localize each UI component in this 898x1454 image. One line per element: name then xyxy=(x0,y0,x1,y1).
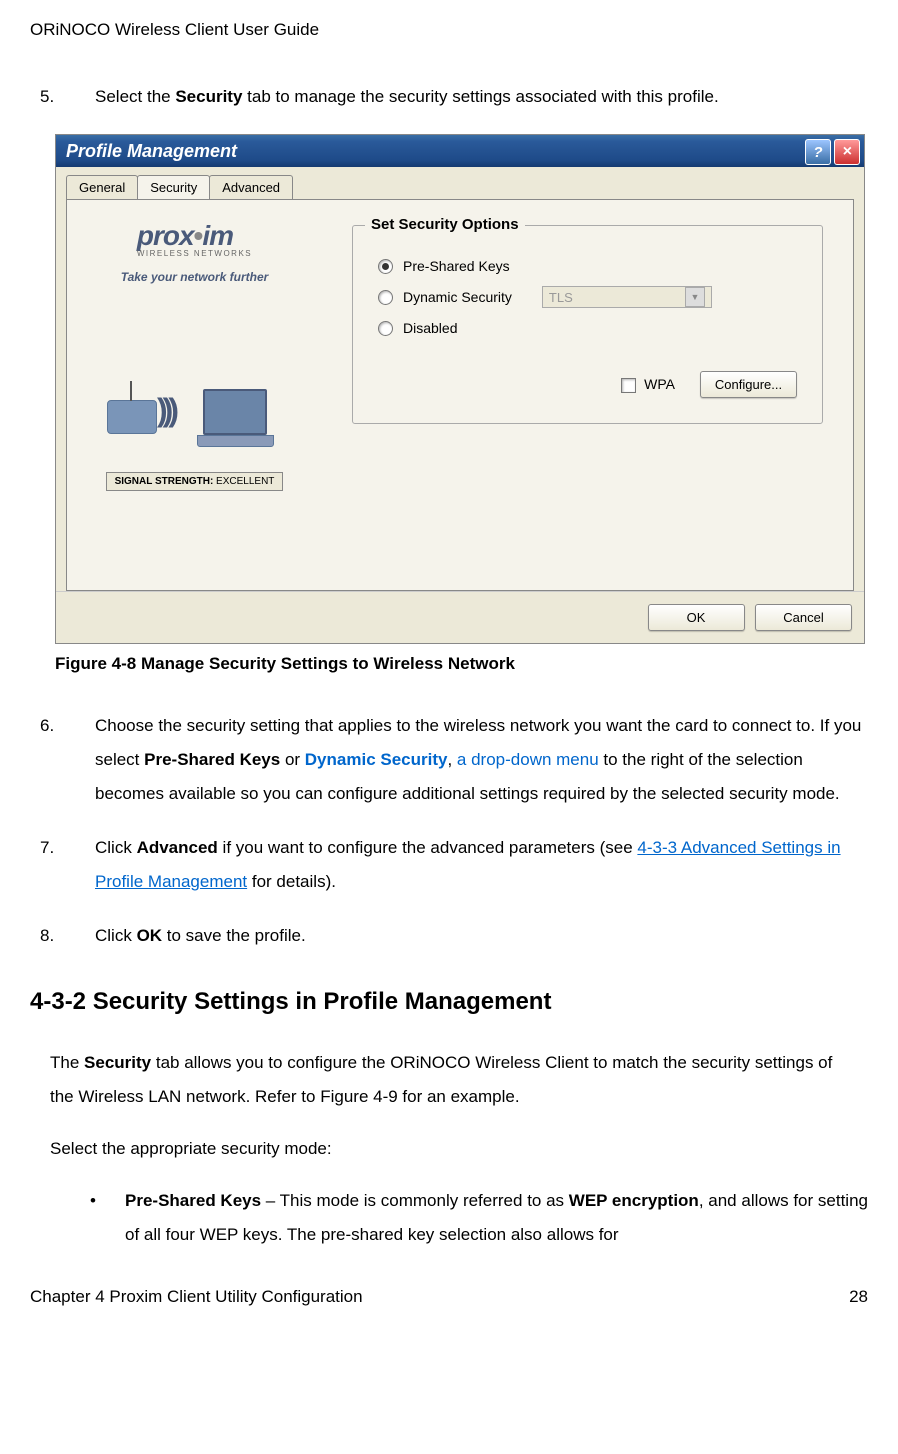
section-heading: 4-3-2 Security Settings in Profile Manag… xyxy=(30,988,868,1016)
body-paragraph: Select the appropriate security mode: xyxy=(50,1132,848,1166)
radio-preshared[interactable]: Pre-Shared Keys xyxy=(378,258,797,274)
profile-management-dialog: Profile Management ? × General Security … xyxy=(55,134,865,644)
figure-caption: Figure 4-8 Manage Security Settings to W… xyxy=(55,654,868,674)
left-panel: prox•im WIRELESS NETWORKS Take your netw… xyxy=(67,200,322,590)
wpa-checkbox[interactable]: WPA xyxy=(621,376,675,393)
step-number: 8. xyxy=(40,919,95,953)
security-options-group: Set Security Options Pre-Shared Keys Dyn… xyxy=(352,225,823,424)
tab-advanced[interactable]: Advanced xyxy=(209,175,293,199)
configure-button[interactable]: Configure... xyxy=(700,371,797,398)
group-title: Set Security Options xyxy=(365,216,525,233)
radio-icon xyxy=(378,259,393,274)
step-text: Select the Security tab to manage the se… xyxy=(95,80,868,114)
step-number: 7. xyxy=(40,831,95,899)
step-7: 7. Click Advanced if you want to configu… xyxy=(40,831,868,899)
tab-general[interactable]: General xyxy=(66,175,138,199)
body-paragraph: The Security tab allows you to configure… xyxy=(50,1046,848,1114)
step-number: 6. xyxy=(40,709,95,811)
right-panel: Set Security Options Pre-Shared Keys Dyn… xyxy=(322,200,853,590)
step-8: 8. Click OK to save the profile. xyxy=(40,919,868,953)
dialog-titlebar: Profile Management ? × xyxy=(56,135,864,167)
radio-dynamic[interactable]: Dynamic Security TLS ▼ xyxy=(378,286,797,308)
step-text: Choose the security setting that applies… xyxy=(95,709,868,811)
radio-icon xyxy=(378,290,393,305)
cancel-button[interactable]: Cancel xyxy=(755,604,852,631)
ok-button[interactable]: OK xyxy=(648,604,745,631)
close-button[interactable]: × xyxy=(834,139,860,165)
signal-strength: SIGNAL STRENGTH: EXCELLENT xyxy=(106,472,284,491)
step-text: Click OK to save the profile. xyxy=(95,919,868,953)
radio-icon xyxy=(378,321,393,336)
page-footer: Chapter 4 Proxim Client Utility Configur… xyxy=(30,1287,868,1307)
step-6: 6. Choose the security setting that appl… xyxy=(40,709,868,811)
help-button[interactable]: ? xyxy=(805,139,831,165)
footer-page-number: 28 xyxy=(849,1287,868,1307)
bullet-preshared: • Pre-Shared Keys – This mode is commonl… xyxy=(90,1184,868,1252)
step-5: 5. Select the Security tab to manage the… xyxy=(40,80,868,114)
doc-header: ORiNOCO Wireless Client User Guide xyxy=(30,20,868,40)
tab-security[interactable]: Security xyxy=(137,175,210,199)
device-illustration: ))) xyxy=(107,344,282,454)
security-type-dropdown: TLS ▼ xyxy=(542,286,712,308)
step-text: Click Advanced if you want to configure … xyxy=(95,831,868,899)
tagline: Take your network further xyxy=(121,270,269,284)
radio-disabled[interactable]: Disabled xyxy=(378,320,797,336)
dialog-title: Profile Management xyxy=(66,141,237,162)
checkbox-icon xyxy=(621,378,636,393)
chevron-down-icon: ▼ xyxy=(685,287,705,307)
figure-4-8: Profile Management ? × General Security … xyxy=(55,134,868,674)
proxim-logo: prox•im WIRELESS NETWORKS xyxy=(137,220,252,258)
footer-chapter: Chapter 4 Proxim Client Utility Configur… xyxy=(30,1287,363,1307)
step-number: 5. xyxy=(40,80,95,114)
bullet-icon: • xyxy=(90,1184,125,1252)
